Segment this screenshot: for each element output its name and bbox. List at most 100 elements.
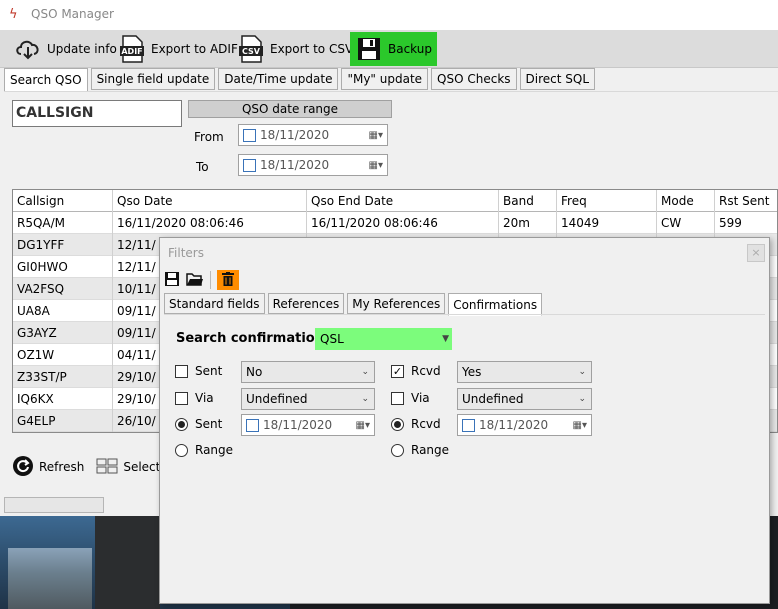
from-date-checkbox[interactable] xyxy=(243,128,256,142)
sent-date-radio[interactable]: Sent xyxy=(175,417,222,431)
rcvd-value: Yes xyxy=(462,365,482,379)
sent-select[interactable]: No ⌄ xyxy=(241,361,375,383)
cell-callsign[interactable]: GI0HWO xyxy=(13,256,113,278)
rcvd-range-radio[interactable]: Range xyxy=(391,443,449,457)
to-date-picker[interactable]: 18/11/2020 ▦▾ xyxy=(238,154,388,176)
backup-button[interactable]: Backup xyxy=(350,32,437,66)
sent-checkbox[interactable]: Sent xyxy=(175,364,222,378)
refresh-button[interactable]: Refresh xyxy=(12,455,84,480)
cell-band[interactable]: 20m xyxy=(499,212,557,234)
calendar-dropdown-icon[interactable]: ▦▾ xyxy=(369,160,383,171)
calendar-dropdown-icon[interactable]: ▦▾ xyxy=(356,420,370,431)
tab-qso-checks[interactable]: QSO Checks xyxy=(431,68,517,90)
tab-single-field-update[interactable]: Single field update xyxy=(90,68,216,90)
cell-rst-sent[interactable]: 599 xyxy=(715,212,777,234)
toolbar-separator xyxy=(210,271,211,289)
cell-callsign[interactable]: G3AYZ xyxy=(13,322,113,344)
rcvd-date-checkbox[interactable] xyxy=(462,418,475,432)
column-header-band[interactable]: Band xyxy=(499,190,557,212)
tab-search-qso[interactable]: Search QSO xyxy=(4,68,88,92)
sent-via-checkbox[interactable]: Via xyxy=(175,391,214,405)
rcvd-date-radio[interactable]: Rcvd xyxy=(391,417,441,431)
cell-callsign[interactable]: DG1YFF xyxy=(13,234,113,256)
select-button[interactable]: Select/ xyxy=(96,458,164,477)
column-header-mode[interactable]: Mode xyxy=(657,190,715,212)
column-header-callsign[interactable]: Callsign xyxy=(13,190,113,212)
from-date-picker[interactable]: 18/11/2020 ▦▾ xyxy=(238,124,388,146)
column-header-qso-end-date[interactable]: Qso End Date xyxy=(307,190,499,212)
sent-date-checkbox[interactable] xyxy=(246,418,259,432)
sent-checkbox-box[interactable] xyxy=(175,364,188,378)
desktop-wallpaper-image xyxy=(8,548,92,609)
to-date-checkbox[interactable] xyxy=(243,158,256,172)
column-header-rst-sent[interactable]: Rst Sent xyxy=(715,190,777,212)
calendar-dropdown-icon[interactable]: ▦▾ xyxy=(369,130,383,141)
calendar-dropdown-icon[interactable]: ▦▾ xyxy=(573,420,587,431)
toolbar: Update info ADIF Export to ADIF CSV Expo… xyxy=(0,30,778,68)
cell-callsign[interactable]: IQ6KX xyxy=(13,388,113,410)
rcvd-date-radio-button[interactable] xyxy=(391,417,404,431)
desktop-window-edge xyxy=(95,515,160,609)
open-folder-icon[interactable] xyxy=(186,271,204,290)
tab-my-update[interactable]: "My" update xyxy=(341,68,429,90)
column-header-freq[interactable]: Freq xyxy=(557,190,657,212)
refresh-icon xyxy=(12,455,34,480)
rcvd-via-checkbox-box[interactable] xyxy=(391,391,404,405)
chevron-down-icon: ▼ xyxy=(442,334,449,344)
filters-dialog: Filters × Standard fields References My … xyxy=(159,237,770,604)
chevron-down-icon: ⌄ xyxy=(361,367,369,377)
sent-date-radio-button[interactable] xyxy=(175,417,188,431)
main-tabs: Search QSO Single field update Date/Time… xyxy=(4,68,596,92)
sent-date-picker[interactable]: 18/11/2020 ▦▾ xyxy=(241,414,375,436)
app-icon: ϟ xyxy=(9,7,18,22)
tab-date-time-update[interactable]: Date/Time update xyxy=(218,68,339,90)
confirmations-panel xyxy=(164,314,765,599)
tab-my-references[interactable]: My References xyxy=(347,293,446,314)
from-date-value: 18/11/2020 xyxy=(260,128,330,142)
status-bar xyxy=(4,497,104,513)
rcvd-via-select[interactable]: Undefined ⌄ xyxy=(457,388,592,410)
tab-confirmations[interactable]: Confirmations xyxy=(448,293,543,316)
table-row[interactable]: R5QA/M 16/11/2020 08:06:46 16/11/2020 08:0… xyxy=(13,212,777,234)
filters-dialog-title: Filters xyxy=(168,246,204,260)
rcvd-via-checkbox[interactable]: Via xyxy=(391,391,430,405)
title-bar: ϟ QSO Manager xyxy=(0,0,778,30)
update-info-button[interactable]: Update info xyxy=(14,32,117,66)
cell-callsign[interactable]: OZ1W xyxy=(13,344,113,366)
cell-callsign[interactable]: VA2FSQ xyxy=(13,278,113,300)
tab-references[interactable]: References xyxy=(267,293,345,314)
sent-range-radio[interactable]: Range xyxy=(175,443,233,457)
cell-callsign[interactable]: G4ELP xyxy=(13,410,113,432)
rcvd-date-radio-label: Rcvd xyxy=(411,417,441,431)
column-header-qso-date[interactable]: Qso Date xyxy=(113,190,307,212)
export-adif-button[interactable]: ADIF Export to ADIF xyxy=(118,32,238,66)
sent-via-checkbox-box[interactable] xyxy=(175,391,188,405)
rcvd-via-value: Undefined xyxy=(462,392,524,406)
cell-freq[interactable]: 14049 xyxy=(557,212,657,234)
cell-callsign[interactable]: R5QA/M xyxy=(13,212,113,234)
rcvd-range-radio-button[interactable] xyxy=(391,443,404,457)
rcvd-range-label: Range xyxy=(411,443,450,457)
delete-filter-button[interactable] xyxy=(217,270,239,290)
tab-standard-fields[interactable]: Standard fields xyxy=(164,293,265,314)
rcvd-checkbox[interactable]: ✓ Rcvd xyxy=(391,364,441,378)
cell-mode[interactable]: CW xyxy=(657,212,715,234)
export-csv-button[interactable]: CSV Export to CSV xyxy=(237,32,353,66)
to-label: To xyxy=(196,160,209,174)
search-confirmation-select[interactable]: QSL ▼ xyxy=(315,328,452,350)
rcvd-select[interactable]: Yes ⌄ xyxy=(457,361,592,383)
cell-qso-end-date[interactable]: 16/11/2020 08:06:46 xyxy=(307,212,499,234)
cell-callsign[interactable]: Z33ST/P xyxy=(13,366,113,388)
sent-range-label: Range xyxy=(195,443,234,457)
cell-qso-date[interactable]: 16/11/2020 08:06:46 xyxy=(113,212,307,234)
sent-range-radio-button[interactable] xyxy=(175,443,188,457)
close-icon[interactable]: × xyxy=(747,244,765,262)
save-icon[interactable] xyxy=(164,271,180,290)
cell-callsign[interactable]: UA8A xyxy=(13,300,113,322)
callsign-input[interactable]: CALLSIGN xyxy=(12,100,182,127)
sent-via-select[interactable]: Undefined ⌄ xyxy=(241,388,375,410)
tab-direct-sql[interactable]: Direct SQL xyxy=(519,68,596,90)
rcvd-date-picker[interactable]: 18/11/2020 ▦▾ xyxy=(457,414,592,436)
search-confirmation-value: QSL xyxy=(320,332,344,346)
rcvd-checkbox-box[interactable]: ✓ xyxy=(391,364,404,378)
